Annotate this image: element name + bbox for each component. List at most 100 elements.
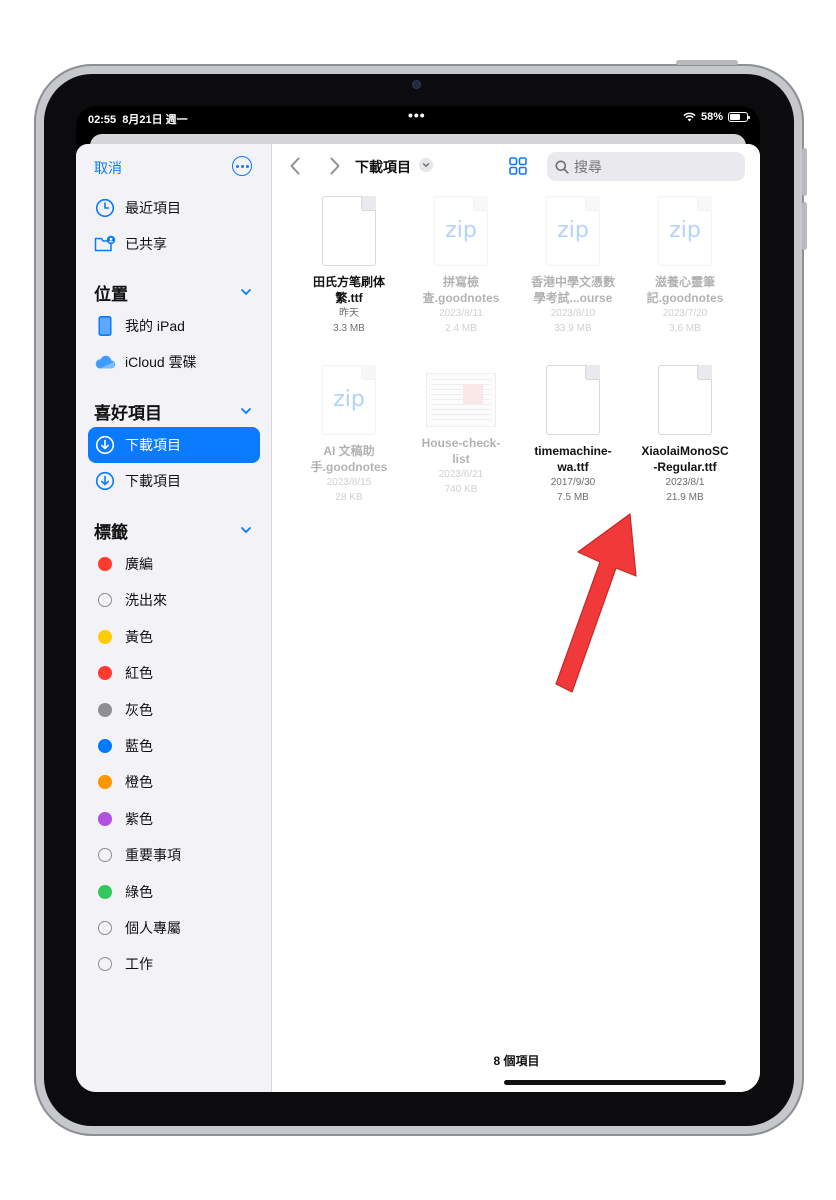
toolbar: 下載項目 (273, 144, 760, 190)
sidebar-item-label: 下載項目 (125, 437, 181, 453)
sidebar-item-label: 紫色 (125, 810, 153, 827)
file-date: 2023/7/20 (662, 308, 708, 319)
section-favorites: 喜好項目 (94, 404, 162, 423)
tag-dot-icon (94, 662, 116, 684)
multitask-dots[interactable]: ••• (408, 107, 426, 123)
spreadsheet-thumbnail (426, 373, 496, 427)
file-item[interactable]: XiaolaiMonoSC -Regular.ttf 2023/8/1 21.9 MB (629, 365, 741, 505)
file-item[interactable]: zip 香港中學文憑數 學考試...ourse 2023/8/10 33.9 MB (517, 196, 629, 336)
sidebar-item-recents[interactable]: 最近項目 (88, 190, 260, 226)
folder-title[interactable]: 下載項目 (355, 157, 411, 177)
search-bar[interactable] (547, 152, 745, 181)
sidebar-tag-4[interactable]: 灰色 (88, 692, 260, 728)
file-date: 昨天 (339, 308, 359, 319)
top-button (676, 60, 738, 65)
file-size: 3.6 MB (669, 323, 701, 334)
file-item[interactable]: House-check-list 2023/6/21 740 KB (405, 365, 517, 497)
status-time-date: 02:55 8月21日 週一 (88, 114, 188, 126)
sidebar-item-label: 藍色 (125, 738, 153, 754)
clock-icon (94, 197, 116, 219)
grid-view-icon[interactable] (509, 157, 527, 175)
document-icon (322, 196, 376, 266)
tag-dot-icon (94, 808, 116, 830)
sidebar-item-label: 橙色 (125, 774, 153, 791)
sidebar-item-label: iCloud 雲碟 (125, 354, 197, 370)
file-item[interactable]: zip 拼寫檢 查.goodnotes 2023/8/11 2.4 MB (405, 196, 517, 336)
sidebar-item-label: 綠色 (125, 883, 153, 900)
zip-file-icon: zip (546, 196, 600, 266)
tag-dot-icon (94, 953, 116, 975)
shared-folder-icon (94, 233, 116, 255)
sidebar-item-icloud[interactable]: iCloud 雲碟 (88, 344, 260, 380)
battery-percent: 58% (700, 111, 723, 123)
red-arrow-annotation (555, 513, 637, 693)
sidebar-tag-3[interactable]: 紅色 (88, 655, 260, 691)
more-options-icon[interactable] (232, 156, 252, 176)
search-input[interactable] (574, 158, 734, 175)
file-size: 2.4 MB (445, 323, 477, 334)
sidebar-tag-1[interactable]: 洗出來 (88, 582, 260, 618)
tag-dot-icon (94, 699, 116, 721)
zip-file-icon: zip (658, 196, 712, 266)
chevron-down-icon[interactable] (240, 286, 252, 298)
sidebar-tag-0[interactable]: 廣編 (88, 546, 260, 582)
tag-dot-icon (94, 735, 116, 757)
sidebar-item-label: 洗出來 (125, 592, 167, 609)
sidebar-item-label: 紅色 (125, 665, 153, 682)
sidebar-item-downloads[interactable]: 下載項目 (88, 463, 260, 499)
battery-icon (728, 112, 750, 122)
file-date: 2023/6/21 (438, 469, 484, 480)
file-size: 740 KB (444, 484, 478, 495)
file-item[interactable]: timemachine-wa.ttf 2017/9/30 7.5 MB (517, 365, 629, 505)
sidebar-item-downloads-active[interactable]: 下載項目 (88, 427, 260, 463)
sidebar-item-shared[interactable]: 已共享 (88, 226, 260, 262)
home-indicator[interactable] (504, 1080, 726, 1085)
sidebar-tag-5[interactable]: 藍色 (88, 728, 260, 764)
file-item[interactable]: 田氏方笔刷体 繁.ttf 昨天 3.3 MB (293, 196, 405, 336)
sidebar-tag-8[interactable]: 重要事項 (88, 837, 260, 873)
sidebar-item-label: 下載項目 (125, 473, 181, 489)
sidebar-item-my-ipad[interactable]: 我的 iPad (88, 308, 260, 344)
main-content: 下載項目 田氏方笔刷体繁.ttf 昨天 3.3 MB zip 拼寫檢查.goodnote… (273, 144, 760, 1092)
file-name: XiaolaiMonoSC -Regular.ttf (641, 444, 729, 474)
folder-menu-chevron-icon[interactable] (419, 158, 433, 172)
chevron-down-icon[interactable] (240, 524, 252, 536)
status-bar: 02:55 8月21日 週一 ••• 58% (76, 106, 760, 130)
section-tags: 標籤 (94, 523, 128, 542)
sidebar-tag-9[interactable]: 綠色 (88, 874, 260, 910)
sidebar-tag-7[interactable]: 紫色 (88, 801, 260, 837)
section-locations: 位置 (94, 285, 128, 304)
front-camera (412, 80, 421, 89)
file-size: 28 KB (335, 492, 363, 503)
status-right: 58% (683, 111, 750, 123)
file-name: 滋養心靈筆 記.goodnotes (646, 275, 724, 305)
sidebar-tag-11[interactable]: 工作 (88, 946, 260, 982)
document-icon (546, 365, 600, 435)
file-size: 33.9 MB (554, 323, 592, 334)
document-icon (658, 365, 712, 435)
tag-dot-icon (94, 589, 116, 611)
icloud-icon (94, 351, 116, 373)
ipad-icon (94, 315, 116, 337)
file-date: 2023/8/11 (439, 308, 483, 319)
chevron-down-icon[interactable] (240, 405, 252, 417)
sidebar-tag-6[interactable]: 橙色 (88, 764, 260, 800)
zip-icon-label: zip (445, 218, 477, 243)
forward-chevron-icon[interactable] (329, 156, 341, 176)
tag-dot-icon (94, 844, 116, 866)
file-date: 2023/8/15 (326, 477, 372, 488)
sidebar-tag-2[interactable]: 黃色 (88, 619, 260, 655)
file-date: 2023/8/1 (665, 477, 705, 488)
files-picker: 取消 最近項目 已共享 位置 我的 iPad iCloud 雲碟 喜好項目 下載… (76, 144, 760, 1092)
sidebar-item-label: 已共享 (125, 236, 167, 252)
file-size: 21.9 MB (666, 492, 704, 503)
file-item[interactable]: zip AI 文稿助 手.goodnotes 2023/8/15 28 KB (293, 365, 405, 505)
cancel-button[interactable]: 取消 (94, 158, 122, 178)
sidebar-tag-10[interactable]: 個人專屬 (88, 910, 260, 946)
wifi-icon (683, 112, 696, 122)
tag-dot-icon (94, 881, 116, 903)
file-name: AI 文稿助 手.goodnotes (310, 444, 388, 474)
back-chevron-icon[interactable] (289, 156, 301, 176)
file-item[interactable]: zip 滋養心靈筆 記.goodnotes 2023/7/20 3.6 MB (629, 196, 741, 336)
sidebar: 取消 最近項目 已共享 位置 我的 iPad iCloud 雲碟 喜好項目 下載… (76, 144, 272, 1092)
